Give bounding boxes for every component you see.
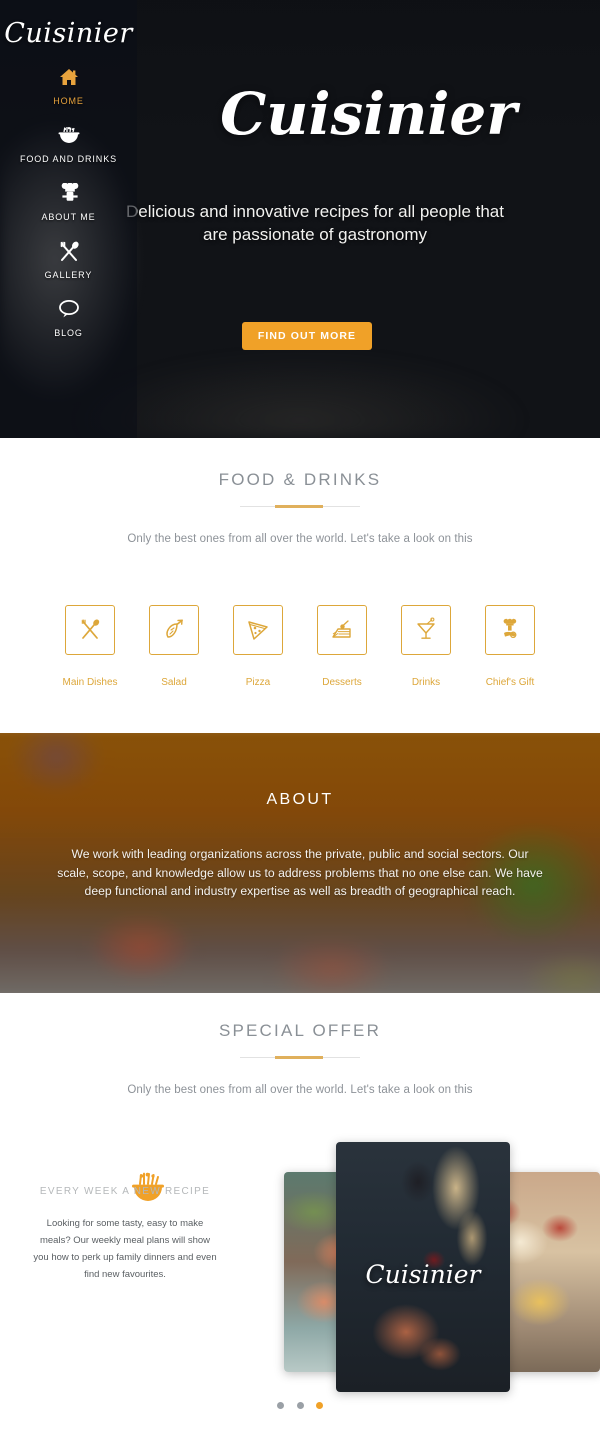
find-out-more-button[interactable]: FIND OUT MORE <box>242 322 372 350</box>
chef-hand-icon <box>503 618 517 639</box>
section-divider <box>240 1056 360 1059</box>
category-icon-box <box>149 605 199 655</box>
category-icon-box <box>401 605 451 655</box>
offer-section-heading: SPECIAL OFFER <box>218 1021 382 1040</box>
category-pizza[interactable]: Pizza <box>230 605 286 688</box>
hero-content: Cuisinier Delicious and innovative recip… <box>126 0 600 438</box>
speech-bubble-icon <box>0 299 137 321</box>
sidebar-item-label: BLOG <box>54 328 83 338</box>
sidebar-item-about-me[interactable]: ABOUT ME <box>0 183 137 223</box>
category-salad[interactable]: Salad <box>146 605 202 688</box>
offer-body: EVERY WEEK A NEW RECIPE Looking for some… <box>0 1130 600 1430</box>
sidebar-item-blog[interactable]: BLOG <box>0 299 137 339</box>
category-icon-box <box>65 605 115 655</box>
cake-slice-icon <box>332 620 351 638</box>
special-offer-section: SPECIAL OFFER Only the best ones from al… <box>0 993 600 1409</box>
hero-subtitle: Delicious and innovative recipes for all… <box>125 202 504 244</box>
category-label: Main Dishes <box>62 677 118 688</box>
about-section: ABOUT We work with leading organizations… <box>0 733 600 993</box>
fork-spoon-icon <box>0 241 137 263</box>
promo-text: Looking for some tasty, easy to make mea… <box>33 1218 217 1280</box>
category-label: Chief's Gift <box>485 677 535 688</box>
category-icon-box <box>485 605 535 655</box>
sidebar-item-label: ABOUT ME <box>41 212 96 222</box>
food-section-subheading: Only the best ones from all over the wor… <box>127 533 473 545</box>
category-desserts[interactable]: Desserts <box>314 605 370 688</box>
category-icon-box <box>233 605 283 655</box>
carousel-dots <box>0 1396 600 1414</box>
hero-title: Cuisinier <box>220 80 517 148</box>
category-label: Desserts <box>322 677 362 688</box>
sidebar-item-home[interactable]: HOME <box>0 67 137 107</box>
category-chiefs-gift[interactable]: Chief's Gift <box>482 605 538 688</box>
sidebar-nav: HOME FOOD AND DRINKS ABOUT ME GALLERY BL… <box>0 67 137 339</box>
home-icon <box>0 67 137 89</box>
sidebar-item-label: HOME <box>53 96 84 106</box>
promo-title: EVERY WEEK A NEW RECIPE <box>39 1186 211 1197</box>
sidebar-item-label: GALLERY <box>44 270 93 280</box>
food-and-drinks-section: FOOD & DRINKS Only the best ones from al… <box>0 438 600 733</box>
about-heading: ABOUT <box>266 791 334 808</box>
food-bowl-icon <box>0 125 137 147</box>
site-logo[interactable]: Cuisinier <box>0 0 137 49</box>
pizza-slice-icon <box>248 621 268 640</box>
category-label: Salad <box>161 677 187 688</box>
offer-section-subheading: Only the best ones from all over the wor… <box>127 1084 473 1096</box>
sidebar-item-label: FOOD AND DRINKS <box>19 154 117 164</box>
category-icon-box <box>317 605 367 655</box>
chef-icon <box>0 183 137 205</box>
about-content: ABOUT We work with leading organizations… <box>0 733 600 901</box>
about-paragraph: We work with leading organizations acros… <box>57 847 543 898</box>
category-drinks[interactable]: Drinks <box>398 605 454 688</box>
section-divider <box>240 505 360 508</box>
carrot-icon <box>166 619 183 638</box>
category-main-dishes[interactable]: Main Dishes <box>62 605 118 688</box>
sidebar-item-gallery[interactable]: GALLERY <box>0 241 137 281</box>
carousel-slide-center[interactable]: Cuisinier <box>336 1142 510 1392</box>
promo-block: EVERY WEEK A NEW RECIPE Looking for some… <box>14 1172 236 1283</box>
fork-spoon-crossed-icon <box>81 619 100 639</box>
food-section-heading: FOOD & DRINKS <box>218 470 382 489</box>
sidebar: Cuisinier HOME FOOD AND DRINKS ABOUT ME … <box>0 0 137 438</box>
sidebar-item-food-and-drinks[interactable]: FOOD AND DRINKS <box>0 125 137 165</box>
category-label: Pizza <box>245 677 271 688</box>
category-label: Drinks <box>411 677 441 688</box>
hero-section: Cuisinier HOME FOOD AND DRINKS ABOUT ME … <box>0 0 600 438</box>
category-list: Main Dishes Salad Pizza Desserts Drinks … <box>0 605 600 688</box>
offer-carousel[interactable]: Cuisinier <box>272 1142 600 1402</box>
cocktail-glass-icon <box>417 617 435 639</box>
carousel-slide-caption: Cuisinier <box>365 1260 481 1289</box>
